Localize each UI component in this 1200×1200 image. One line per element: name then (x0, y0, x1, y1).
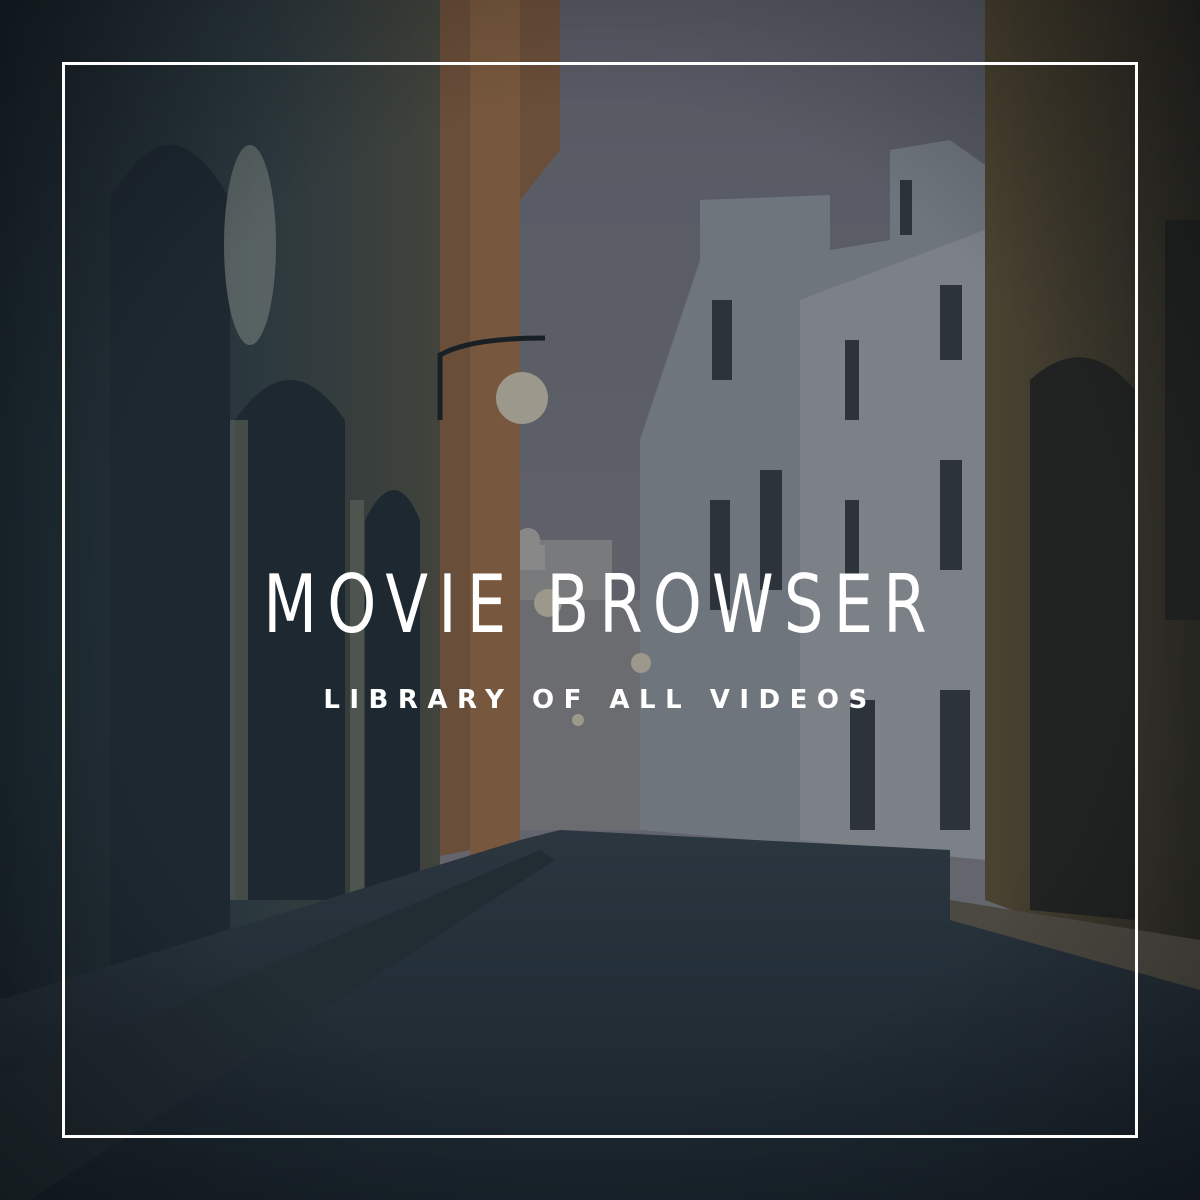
poster-title: MOVIE BROWSER (263, 558, 937, 651)
poster-cover: MOVIE BROWSER LIBRARY OF ALL VIDEOS (0, 0, 1200, 1200)
poster-subtitle: LIBRARY OF ALL VIDEOS (323, 685, 877, 715)
